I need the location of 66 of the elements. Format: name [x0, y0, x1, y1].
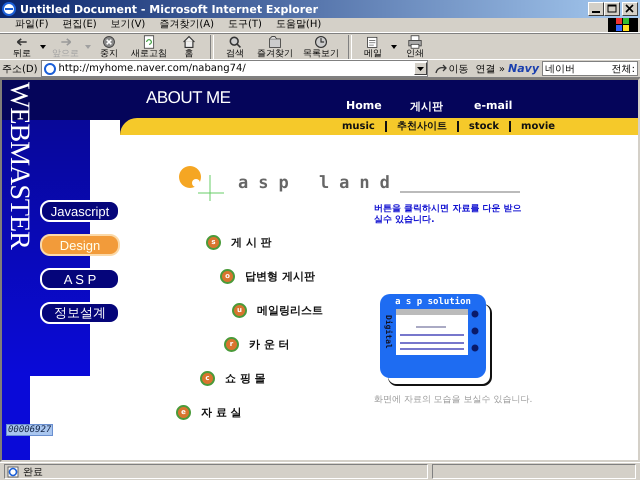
mail-icon [366, 34, 380, 48]
notice-text: 버튼을 클릭하시면 자료를 다운 받으실수 있습니다. [374, 204, 523, 226]
go-button[interactable]: 이동 [430, 62, 473, 76]
orb-drawing [176, 165, 224, 201]
toolbar-button[interactable]: 메일 [357, 34, 389, 58]
ie-page-icon [44, 62, 56, 74]
menu-item[interactable]: 보기(V) [104, 19, 152, 31]
sub-nav-link[interactable]: 추천사이트 [386, 121, 459, 132]
device-title: a s p solution [394, 296, 472, 307]
clock-icon [314, 34, 328, 48]
links-button[interactable]: 연결 » [476, 62, 506, 76]
ie-logo-icon [2, 2, 16, 16]
close-icon [625, 4, 635, 14]
minimize-button[interactable] [588, 2, 604, 16]
device-side-label: Digital [384, 315, 393, 349]
toolbar-button[interactable]: 중지 [93, 34, 125, 58]
menu-item[interactable]: 즐겨찾기(A) [152, 19, 221, 31]
home-icon [182, 34, 196, 48]
device-drawing[interactable]: a s p solution Digital [380, 294, 486, 378]
caption-text: 화면에 자료의 모습을 보실수 있습니다. [374, 394, 532, 407]
toolbar-button[interactable]: 즐겨찾기 [253, 34, 297, 58]
minimize-icon [592, 11, 600, 13]
sub-nav-link[interactable]: music [332, 121, 387, 132]
toolbar-button[interactable]: 인쇄 [399, 34, 431, 58]
dropdown-button[interactable] [414, 62, 427, 75]
window-title: Untitled Document - Microsoft Internet Explorer [20, 2, 320, 16]
nav-link[interactable]: 게시판 [410, 99, 474, 114]
sub-nav-link[interactable]: stock [458, 121, 512, 132]
search-icon [228, 34, 242, 48]
nav-link[interactable]: e-mail [474, 99, 538, 114]
screen-drawing [396, 309, 468, 355]
toolbar-button[interactable]: 새로고침 [127, 34, 171, 58]
maximize-button[interactable] [604, 2, 620, 16]
search-field[interactable]: 네이버 전체: [542, 61, 638, 76]
close-button[interactable] [622, 2, 638, 16]
caret-icon [416, 66, 424, 70]
menu-item[interactable]: 파일(F) [8, 19, 56, 31]
menu-button[interactable]: Javascript [40, 200, 120, 222]
refresh-icon [142, 34, 156, 48]
menu-item[interactable]: 도구(T) [221, 19, 269, 31]
search-provider-logo: Navy [508, 62, 539, 75]
site-logo: WEBMASTER [3, 81, 34, 252]
sub-nav-link[interactable]: movie [511, 121, 566, 132]
visitor-counter: 00006927 [6, 424, 54, 436]
address-label: 주소(D) [2, 62, 38, 76]
toolbar-button[interactable]: 홈 [173, 34, 205, 58]
go-arrow-icon [434, 64, 447, 74]
toolbar-button[interactable]: 목록보기 [299, 34, 343, 58]
menu-item[interactable]: 도움말(H) [268, 19, 328, 31]
printer-icon [408, 34, 422, 48]
search-scope[interactable]: 전체: [612, 62, 635, 76]
status-text: 완료 [23, 466, 43, 478]
address-field[interactable]: http://myhome.naver.com/nabang74/ [40, 60, 428, 77]
toolbar-button[interactable]: 뒤로 [6, 34, 38, 58]
section-title: ABOUT ME [146, 88, 232, 108]
maximize-icon [607, 4, 617, 14]
menu-button[interactable]: 정보설계 [40, 302, 120, 324]
menu-item[interactable]: 편집(E) [56, 19, 104, 31]
ie-page-icon [7, 466, 19, 478]
folder-icon [268, 34, 282, 48]
toolbar-button[interactable]: 검색 [219, 34, 251, 58]
flag-drawing [616, 18, 630, 32]
page-title: asp land [238, 173, 400, 193]
stop-icon [102, 34, 116, 48]
menu-button[interactable]: A S P [40, 268, 120, 290]
nav-link[interactable]: Home [346, 99, 410, 114]
